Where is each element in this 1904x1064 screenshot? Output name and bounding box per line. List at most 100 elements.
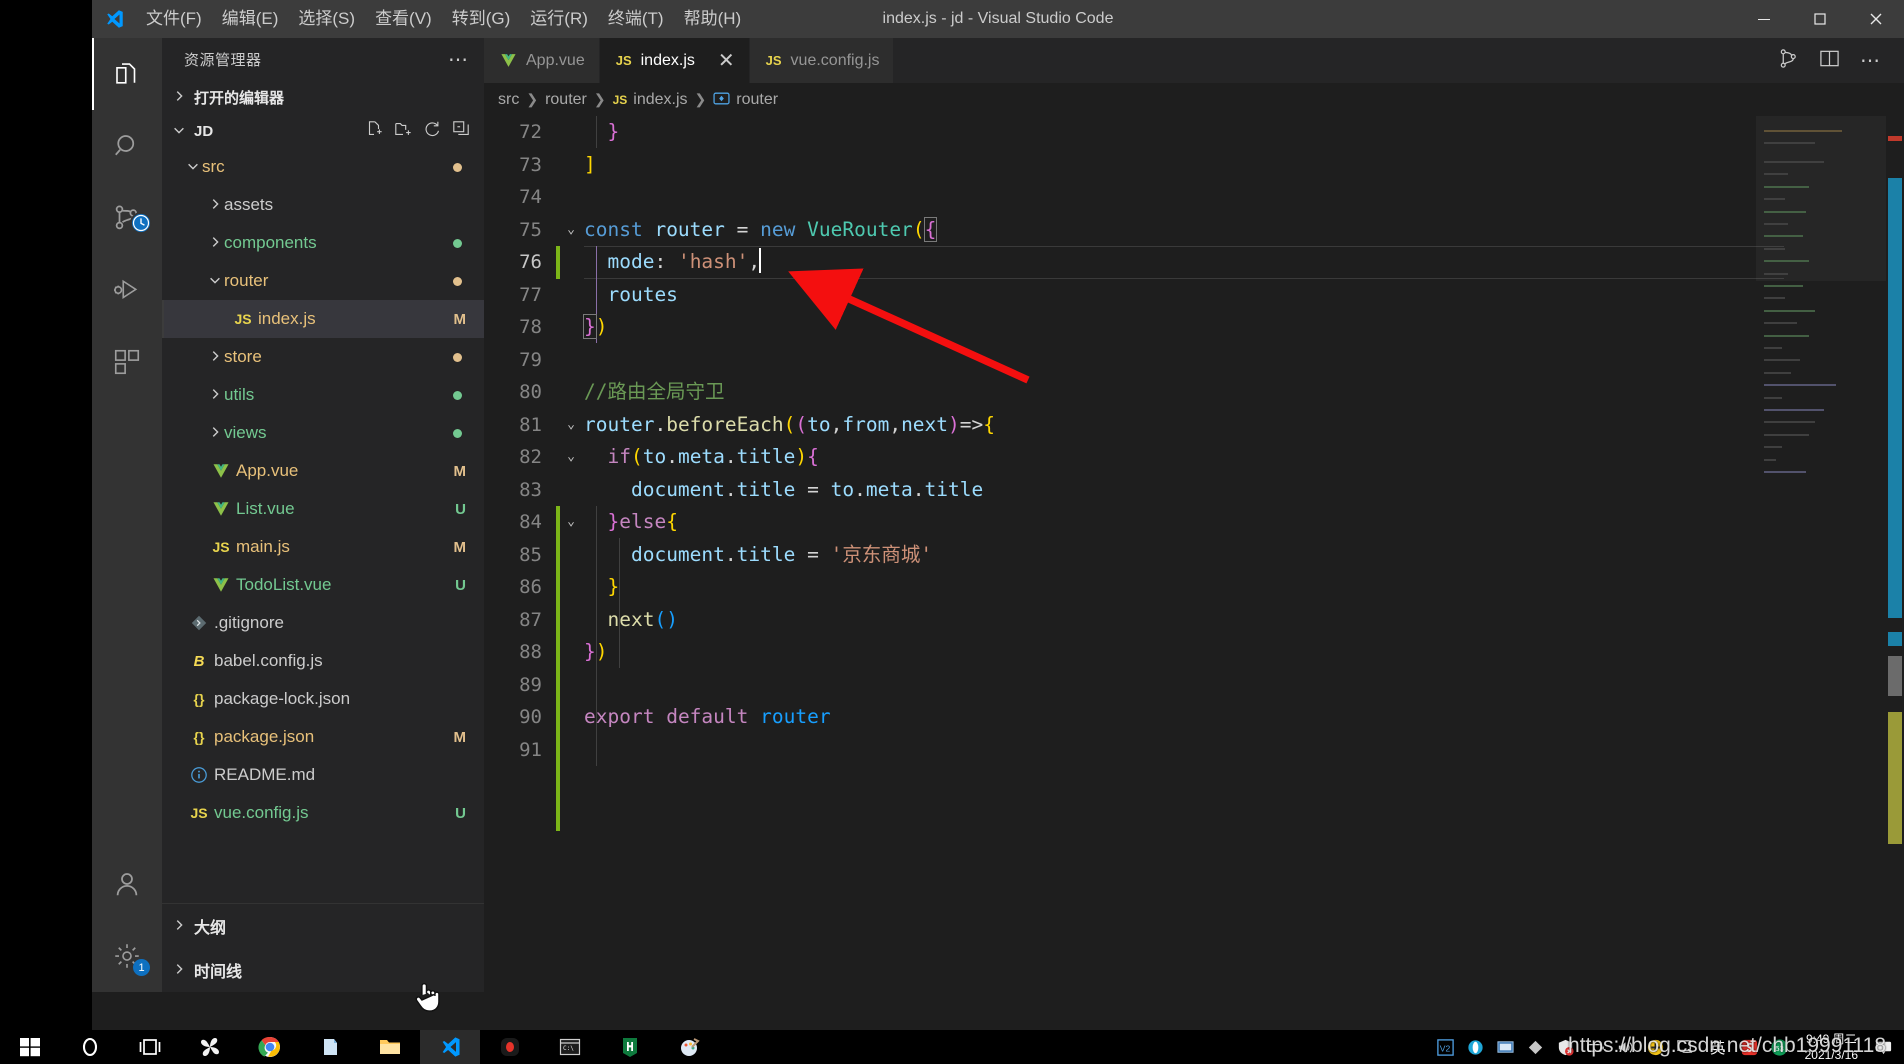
tree-file-babel-config-js[interactable]: Bbabel.config.js [162,642,484,680]
chrome-icon[interactable] [240,1030,300,1064]
tree-folder-store[interactable]: store [162,338,484,376]
folder-section-jd[interactable]: JD [162,114,484,148]
fold-toggle-icon[interactable]: ⌄ [562,506,580,539]
tree-file-app-vue[interactable]: App.vue M [162,452,484,490]
app-blue-icon[interactable] [300,1030,360,1064]
explorer-more-icon[interactable]: ⋯ [448,47,470,72]
tree-file-package-json[interactable]: {} package.json M [162,718,484,756]
tree-file-todolist-vue[interactable]: TodoList.vue U [162,566,484,604]
opera-icon[interactable] [1461,1030,1491,1064]
activity-run-debug[interactable] [92,254,162,326]
activity-search[interactable] [92,110,162,182]
code-editor[interactable]: 72 73 74 75 76 77 78 79 80 81 82 83 84 85 86 87 88 89 90 91… [484,116,1904,992]
layout-icon[interactable] [1819,48,1840,74]
chevron-right-icon [206,197,224,214]
vscode-icon[interactable] [420,1030,480,1064]
tree-file-package-lock-json[interactable]: {} package-lock.json [162,680,484,718]
tree-item-label: src [202,157,225,176]
outline-section[interactable]: 大纲 [162,904,484,948]
tree-folder-components[interactable]: components [162,224,484,262]
breadcrumb-label: index.js [633,90,688,108]
menu-view[interactable]: 查看(V) [365,0,442,38]
breadcrumb-index-js[interactable]: JS index.js [613,91,688,109]
new-folder-icon[interactable] [394,120,412,142]
tree-folder-router[interactable]: router [162,262,484,300]
menu-edit[interactable]: 编辑(E) [212,0,289,38]
network-icon[interactable] [1491,1030,1521,1064]
activity-settings[interactable]: 1 [92,920,162,992]
git-status-dot [453,428,462,438]
activity-source-control[interactable] [92,182,162,254]
tree-folder-src[interactable]: src [162,148,484,186]
minimize-button[interactable] [1736,0,1792,38]
vue-file-icon [206,500,236,518]
new-file-icon[interactable] [365,120,383,142]
fold-toggle-icon[interactable]: ⌄ [562,441,580,474]
collapse-all-icon[interactable] [452,120,470,142]
tree-file-list-vue[interactable]: List.vue U [162,490,484,528]
refresh-icon[interactable] [423,120,441,142]
menu-selection[interactable]: 选择(S) [288,0,365,38]
tree-folder-views[interactable]: views [162,414,484,452]
activity-explorer[interactable] [92,38,162,110]
chevron-right-icon [206,387,224,404]
maximize-button[interactable] [1792,0,1848,38]
app-red-icon[interactable] [480,1030,540,1064]
menu-file[interactable]: 文件(F) [136,0,212,38]
title-bar: 文件(F) 编辑(E) 选择(S) 查看(V) 转到(G) 运行(R) 终端(T… [92,0,1904,38]
tree-file--gitignore[interactable]: .gitignore [162,604,484,642]
tree-file-readme-md[interactable]: README.md [162,756,484,794]
file-explorer-icon[interactable] [360,1030,420,1064]
tree-folder-utils[interactable]: utils [162,376,484,414]
diamond-icon[interactable] [1521,1030,1551,1064]
tree-item-label: assets [224,195,274,214]
activity-accounts[interactable] [92,848,162,920]
breadcrumb-src[interactable]: src [498,91,519,109]
tree-folder-assets[interactable]: assets [162,186,484,224]
app-fan-icon[interactable] [180,1030,240,1064]
v2-icon[interactable]: V2 [1431,1030,1461,1064]
menu-help[interactable]: 帮助(H) [674,0,752,38]
minimap[interactable] [1756,116,1886,992]
minimap-line [1764,210,1806,213]
tree-file-main-js[interactable]: JS main.js M [162,528,484,566]
hbuilder-icon[interactable] [600,1030,660,1064]
tree-item-label: babel.config.js [214,651,323,670]
breadcrumb-router[interactable]: router [545,91,587,109]
menu-run[interactable]: 运行(R) [520,0,598,38]
tab-close-button[interactable]: ✕ [704,51,735,71]
start-icon[interactable] [0,1030,60,1064]
editor-scrollbar[interactable] [1886,116,1904,992]
menu-bar[interactable]: 文件(F) 编辑(E) 选择(S) 查看(V) 转到(G) 运行(R) 终端(T… [136,0,751,38]
fold-gutter[interactable]: ⌄ ⌄ ⌄ ⌄ [562,116,580,766]
paint-icon[interactable] [660,1030,720,1064]
tree-file-vue-config-js[interactable]: JS vue.config.js U [162,794,484,832]
tab-app-vue[interactable]: App.vue [484,38,600,83]
minimap-line [1764,185,1809,188]
tab-vue-config-js[interactable]: JS vue.config.js [749,38,895,83]
cortana-icon[interactable] [60,1030,120,1064]
minimap-line [1764,359,1800,362]
fold-toggle-icon[interactable]: ⌄ [562,214,580,247]
terminal-icon[interactable]: C:\ [540,1030,600,1064]
task-view-icon[interactable] [120,1030,180,1064]
tab-index-js[interactable]: JS index.js ✕ [599,38,750,83]
more-actions-icon[interactable]: ⋯ [1860,48,1882,73]
tree-item-label: components [224,233,317,252]
scrollbar-thumb[interactable] [1888,656,1902,696]
open-editors-section[interactable]: 打开的编辑器 [162,80,484,114]
tree-file-index-js[interactable]: JS index.js M [162,300,484,338]
activity-extensions[interactable] [92,326,162,398]
close-button[interactable] [1848,0,1904,38]
breadcrumb-symbol-router[interactable]: router [713,90,778,110]
code-scroll-area[interactable]: 72 73 74 75 76 77 78 79 80 81 82 83 84 85 86 87 88 89 90 91… [484,116,1904,992]
fold-toggle-icon[interactable]: ⌄ [562,409,580,442]
menu-terminal[interactable]: 终端(T) [598,0,674,38]
menu-go[interactable]: 转到(G) [442,0,521,38]
chevron-right-icon [170,918,188,935]
code-content[interactable]: } ] const router = new VueRouter({ mode:… [583,116,1904,766]
split-editor-icon[interactable] [1778,48,1799,74]
